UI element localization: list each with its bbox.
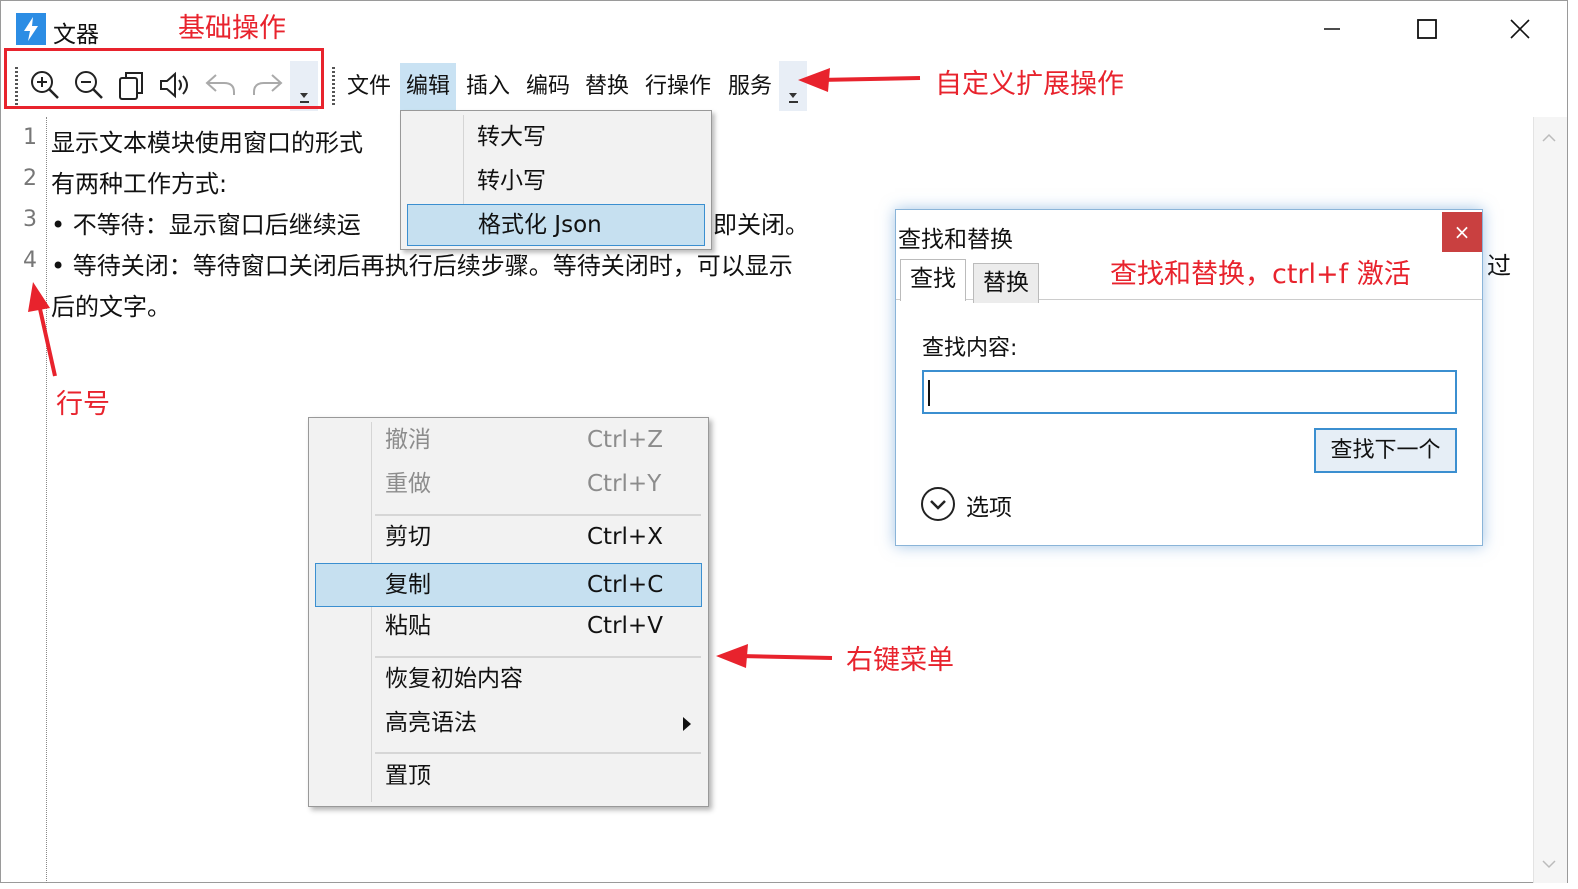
menu-separator	[375, 752, 701, 754]
menu-item-label: 剪切	[385, 524, 431, 550]
editor-line[interactable]: • 不等待：显示窗口后继续运	[51, 205, 361, 240]
basic-ops-highlight-box	[4, 48, 324, 109]
menu-edit[interactable]: 编辑	[400, 63, 457, 113]
minimize-button[interactable]	[1309, 9, 1355, 49]
shortcut-label: Ctrl+Z	[587, 427, 663, 453]
to-uppercase-item[interactable]: 转大写	[407, 117, 705, 159]
menu-line-ops[interactable]: 行操作	[639, 63, 717, 113]
highlight-syntax-menu-item[interactable]: 高亮语法	[315, 702, 702, 746]
shortcut-label: Ctrl+X	[587, 524, 663, 550]
editor-line[interactable]: 有两种工作方式:	[51, 164, 227, 199]
find-next-button[interactable]: 查找下一个	[1314, 428, 1457, 473]
text-caret	[928, 380, 930, 406]
menu-item-label: 复制	[385, 572, 431, 598]
shortcut-label: Ctrl+Y	[587, 471, 662, 497]
restore-content-menu-item[interactable]: 恢复初始内容	[315, 658, 702, 702]
menu-encoding[interactable]: 编码	[520, 63, 576, 113]
line-number: 3	[23, 207, 37, 232]
window-title: 文器	[53, 22, 99, 48]
menu-item-label: 置顶	[385, 763, 431, 789]
vertical-scrollbar[interactable]	[1533, 117, 1567, 883]
undo-menu-item[interactable]: 撤消 Ctrl+Z	[315, 419, 702, 463]
menu-insert[interactable]: 插入	[460, 63, 516, 113]
close-button[interactable]	[1497, 9, 1543, 49]
options-toggle[interactable]: 选项	[966, 488, 1012, 522]
chevron-down-circle-icon[interactable]	[920, 486, 956, 522]
menu-item-label: 重做	[385, 471, 431, 497]
to-lowercase-item[interactable]: 转小写	[407, 161, 705, 203]
annotation-find-replace: 查找和替换，ctrl+f 激活	[1110, 259, 1411, 290]
scroll-down-icon[interactable]	[1542, 857, 1556, 871]
format-json-item[interactable]: 格式化 Json	[407, 204, 705, 246]
lightning-icon	[16, 13, 46, 45]
redo-menu-item[interactable]: 重做 Ctrl+Y	[315, 463, 702, 507]
shortcut-label: Ctrl+V	[587, 613, 663, 639]
find-label: 查找内容:	[922, 336, 1018, 361]
shortcut-label: Ctrl+C	[587, 572, 664, 598]
edit-dropdown-menu: 转大写 转小写 格式化 Json	[400, 110, 712, 250]
editor-line[interactable]: 显示文本模块使用窗口的形式	[51, 123, 363, 158]
annotation-basic-ops: 基础操作	[178, 13, 286, 44]
paste-menu-item[interactable]: 粘贴 Ctrl+V	[315, 605, 702, 649]
menu-item-label: 高亮语法	[385, 710, 477, 736]
menu-replace[interactable]: 替换	[579, 63, 635, 113]
annotation-line-number: 行号	[56, 389, 110, 420]
scroll-up-icon[interactable]	[1542, 131, 1556, 145]
cut-menu-item[interactable]: 剪切 Ctrl+X	[315, 516, 702, 560]
menu-item-label: 撤消	[385, 427, 431, 453]
find-input[interactable]	[922, 370, 1457, 414]
submenu-arrow-icon	[683, 717, 691, 731]
editor-line[interactable]: • 等待关闭：等待窗口关闭后再执行后续步骤。等待关闭时，可以显示	[51, 246, 793, 281]
context-menu: 撤消 Ctrl+Z 重做 Ctrl+Y 剪切 Ctrl+X 复制 Ctrl+C …	[308, 417, 709, 807]
menu-services[interactable]: 服务	[722, 63, 778, 113]
editor-line[interactable]: 后的文字。	[51, 287, 171, 322]
line-number: 4	[23, 248, 37, 273]
tab-find[interactable]: 查找	[900, 259, 966, 301]
copy-menu-item[interactable]: 复制 Ctrl+C	[315, 563, 702, 607]
editor-line-fragment[interactable]: 过	[1487, 246, 1511, 281]
menu-file[interactable]: 文件	[341, 63, 397, 113]
menu-grip[interactable]	[332, 67, 335, 107]
editor-line-fragment[interactable]: 即关闭。	[713, 205, 809, 240]
tab-replace[interactable]: 替换	[973, 263, 1039, 303]
dialog-close-button[interactable]: ×	[1442, 212, 1482, 252]
line-number: 2	[23, 166, 37, 191]
pin-top-menu-item[interactable]: 置顶	[315, 755, 702, 799]
line-number: 1	[23, 125, 37, 150]
menu-item-label: 粘贴	[385, 613, 431, 639]
dialog-title: 查找和替换	[898, 227, 1013, 253]
maximize-button[interactable]	[1404, 9, 1450, 49]
menu-item-label: 恢复初始内容	[385, 666, 523, 692]
menu-overflow-button[interactable]	[779, 61, 807, 111]
annotation-custom-ext: 自定义扩展操作	[935, 69, 1124, 100]
annotation-right-menu: 右键菜单	[846, 645, 954, 676]
